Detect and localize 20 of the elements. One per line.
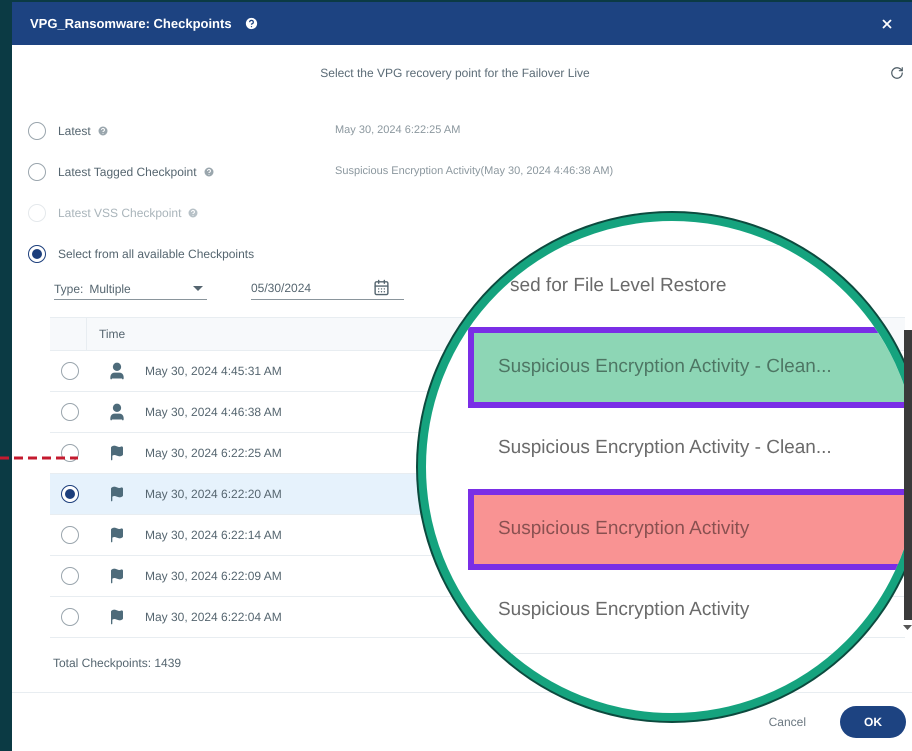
option-value: Suspicious Encryption Activity(May 30, 2024 4:46:38 AM) <box>335 164 614 180</box>
tag-text: Suspicious Encryption Activity <box>498 517 750 542</box>
total-checkpoints: Total Checkpoints: 1439 <box>53 655 182 672</box>
checkpoint-time: May 30, 2024 6:22:04 AM <box>145 609 282 626</box>
tag-text: Suspicious Encryption Activity - Clean... <box>498 436 832 460</box>
checkpoint-time: May 30, 2024 6:22:20 AM <box>145 486 282 503</box>
checkpoint-time: May 30, 2024 4:46:38 AM <box>145 404 282 421</box>
option-value: May 30, 2024 6:22:25 AM <box>335 123 460 138</box>
checkpoint-time: May 30, 2024 6:22:14 AM <box>145 527 282 544</box>
tag-text: sed for File Level Restore <box>510 274 726 298</box>
type-label: Type: <box>54 280 84 298</box>
checkpoint-time: May 30, 2024 6:22:09 AM <box>145 568 282 585</box>
subtitle: Select the VPG recovery point for the Failover Live <box>320 65 590 82</box>
tag-text: Suspicious Encryption Activity <box>498 598 750 622</box>
checkpoint-time: May 30, 2024 6:22:25 AM <box>145 445 282 462</box>
checkpoint-time: May 30, 2024 4:45:31 AM <box>145 363 282 380</box>
date-value: 05/30/2024 <box>251 280 312 296</box>
window-title: VPG_Ransomware: Checkpoints <box>30 14 232 33</box>
tag-text: Suspicious Encryption Activity - Clean... <box>498 355 832 380</box>
type-value: Multiple <box>89 280 131 298</box>
